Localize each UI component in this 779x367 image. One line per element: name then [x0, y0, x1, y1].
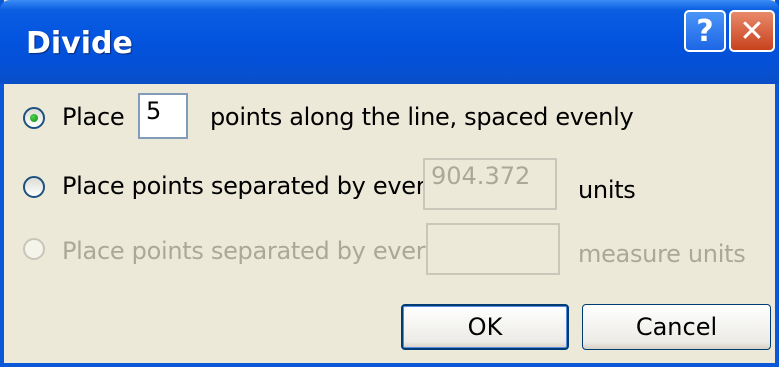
close-button[interactable]: ✕: [729, 10, 775, 52]
radio-place-evenly[interactable]: [23, 107, 45, 129]
separation-distance-input[interactable]: 904.372: [423, 158, 557, 210]
help-icon: ?: [696, 13, 714, 49]
option-measure-units: measure units: [578, 240, 746, 268]
dialog-body: Place 5 points along the line, spaced ev…: [4, 84, 775, 363]
cancel-button[interactable]: Cancel: [582, 304, 771, 350]
option-separated-units: units: [578, 176, 636, 204]
radio-place-separated[interactable]: [23, 176, 45, 198]
option-separated-label: Place points separated by every: [62, 172, 440, 200]
radio-place-measure[interactable]: [23, 238, 45, 260]
option-measure-label: Place points separated by every: [62, 237, 440, 265]
dialog-title: Divide: [26, 26, 133, 61]
option-evenly-suffix: points along the line, spaced evenly: [210, 103, 634, 131]
ok-button[interactable]: OK: [401, 304, 569, 350]
option-evenly-prefix: Place: [62, 103, 125, 131]
divide-dialog: Divide ? ✕ Place 5 points along the line…: [0, 0, 779, 367]
measure-distance-input[interactable]: [426, 223, 560, 275]
help-button[interactable]: ?: [684, 10, 726, 52]
point-count-input[interactable]: 5: [138, 93, 188, 139]
title-bar[interactable]: Divide ? ✕: [0, 0, 779, 84]
close-icon: ✕: [739, 13, 765, 49]
